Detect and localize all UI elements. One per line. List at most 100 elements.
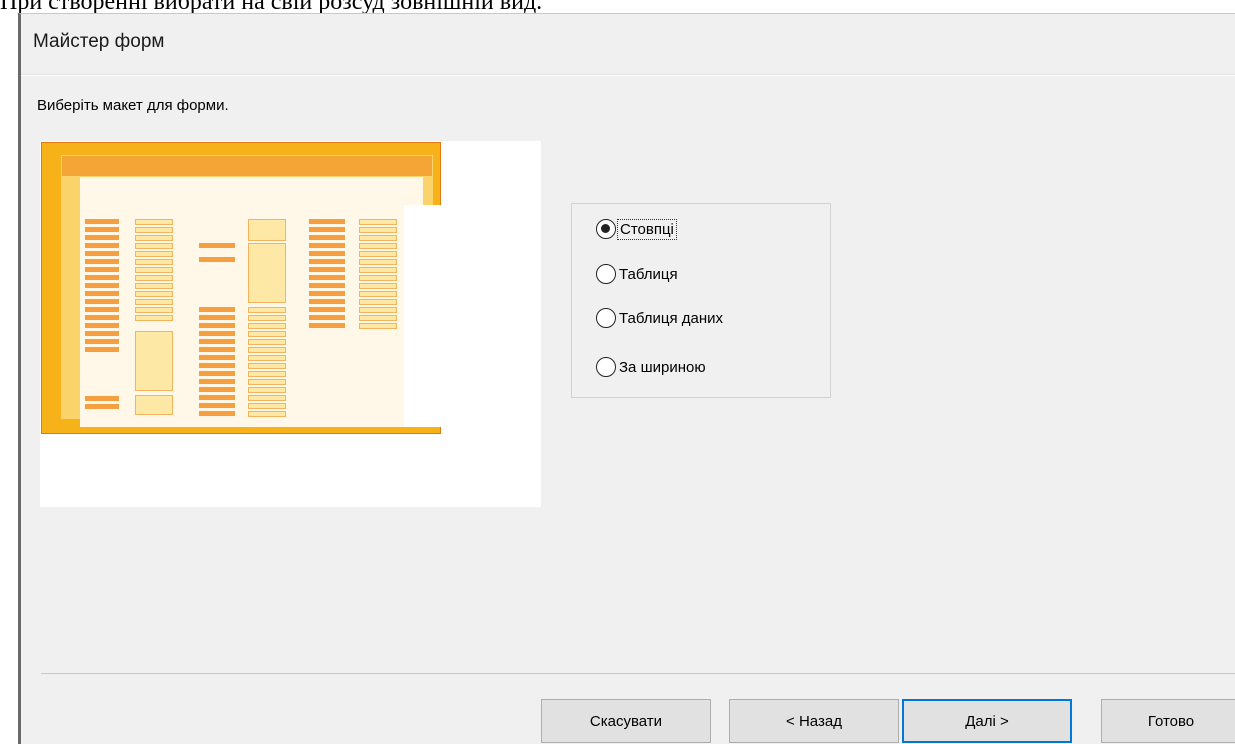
preview-label [85,283,119,288]
preview-field [359,283,397,289]
preview-label [85,259,119,264]
preview-label [309,307,345,312]
title-divider [21,74,1235,76]
option-justified[interactable]: За шириною [596,357,706,377]
preview-field [359,235,397,241]
preview-field [248,387,286,393]
button-divider [41,673,1235,674]
preview-field [248,331,286,337]
preview-field [135,315,173,321]
preview-label [199,307,235,312]
preview-field [248,347,286,353]
preview-field [135,267,173,273]
preview-field [248,355,286,361]
back-button[interactable]: < Назад [729,699,899,743]
preview-label [85,339,119,344]
preview-label [85,275,119,280]
preview-field [248,363,286,369]
preview-sheet-extension [404,205,541,427]
preview-label [309,251,345,256]
preview-label [85,347,119,352]
preview-label [85,219,119,224]
preview-field [135,235,173,241]
radio-columns[interactable] [596,219,616,239]
preview-field [359,323,397,329]
option-datasheet-label: Таблиця даних [619,309,724,327]
preview-label [85,299,119,304]
preview-field [135,259,173,265]
preview-label [85,243,119,248]
preview-label [85,267,119,272]
dialog-title: Майстер форм [33,31,165,52]
preview-field [359,315,397,321]
preview-field [248,395,286,401]
next-button[interactable]: Далі > [902,699,1072,743]
preview-label [199,257,235,262]
preview-field [248,307,286,313]
preview-label [199,243,235,248]
preview-label [309,267,345,272]
preview-field-box [135,395,173,415]
preview-field [359,307,397,313]
preview-label [309,235,345,240]
option-tabular[interactable]: Таблиця [596,264,678,284]
preview-field [135,307,173,313]
preview-field [359,275,397,281]
preview-label [309,323,345,328]
preview-label [199,355,235,360]
layout-preview-image [40,141,541,507]
preview-field [359,251,397,257]
preview-field [359,267,397,273]
option-columns[interactable]: Стовпці [596,218,677,240]
preview-field [359,259,397,265]
preview-label [85,291,119,296]
preview-label [199,331,235,336]
layout-options-group: Стовпці Таблиця Таблиця даних За шириною [571,203,831,398]
preview-label [309,291,345,296]
finish-button[interactable]: Готово [1101,699,1235,743]
form-wizard-dialog: Майстер форм Виберіть макет для форми. С… [18,13,1235,744]
option-columns-label: Стовпці [617,218,677,240]
preview-field [248,371,286,377]
preview-field [135,227,173,233]
preview-label [309,315,345,320]
radio-datasheet[interactable] [596,308,616,328]
preview-field [248,315,286,321]
preview-memo-box [135,331,173,391]
preview-field [359,299,397,305]
preview-field [135,243,173,249]
option-tabular-label: Таблиця [619,265,678,283]
preview-label [85,323,119,328]
radio-tabular[interactable] [596,264,616,284]
preview-field [248,411,286,417]
preview-header-bar [62,156,432,176]
preview-field [135,251,173,257]
preview-field [135,283,173,289]
radio-justified[interactable] [596,357,616,377]
preview-field [359,219,397,225]
preview-label [85,315,119,320]
preview-field-box [248,219,286,241]
preview-label [199,403,235,408]
preview-label [309,227,345,232]
preview-label [309,283,345,288]
preview-label [199,379,235,384]
preview-label [85,404,119,409]
option-datasheet[interactable]: Таблиця даних [596,308,723,328]
preview-label [199,371,235,376]
preview-label [309,243,345,248]
preview-label [199,347,235,352]
preview-field [248,339,286,345]
preview-field [135,275,173,281]
preview-label [199,339,235,344]
preview-field [359,243,397,249]
cancel-button[interactable]: Скасувати [541,699,711,743]
preview-memo-box [248,243,286,303]
layout-prompt: Виберіть макет для форми. [37,97,229,114]
preview-field [248,403,286,409]
preview-label [309,275,345,280]
option-justified-label: За шириною [619,358,706,376]
preview-label [85,235,119,240]
preview-field [135,219,173,225]
preview-label [309,299,345,304]
